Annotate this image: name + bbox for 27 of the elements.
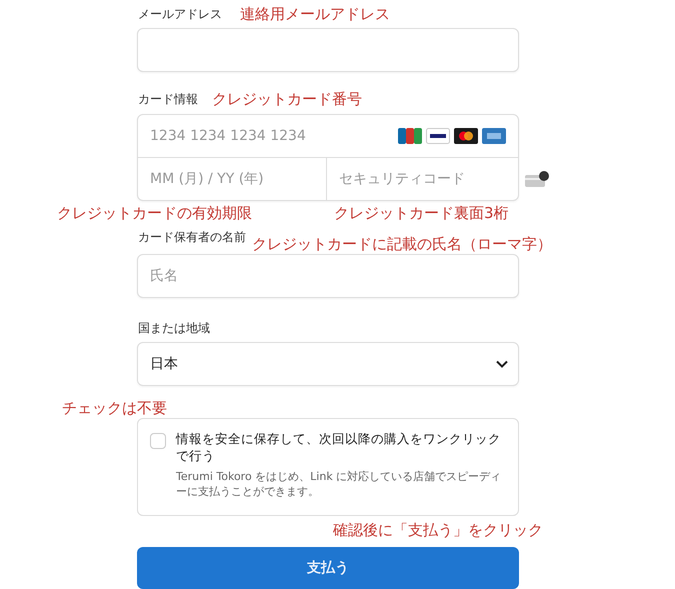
field-label: カード保有者の名前 bbox=[138, 229, 246, 246]
chevron-down-icon bbox=[496, 360, 508, 368]
annotation-text: クレジットカードの有効期限 bbox=[57, 204, 252, 223]
card-number-field[interactable]: 1234 1234 1234 1234 bbox=[138, 114, 398, 158]
annotation-text: 連絡用メールアドレス bbox=[240, 5, 390, 24]
checkbox-label: 情報を安全に保存して、次回以降の購入をワンクリックで行う bbox=[176, 431, 502, 465]
description-text: Terumi Tokoro をはじめ、Link に対応している店舗でスピーディーに支払うことができます。 bbox=[176, 468, 502, 500]
name-field[interactable]: 氏名 bbox=[137, 254, 519, 298]
annotation-text: チェックは不要 bbox=[62, 398, 167, 418]
annotation-text: クレジットカードに記載の氏名（ローマ字） bbox=[252, 235, 552, 254]
annotation-text: クレジットカード番号 bbox=[212, 90, 362, 110]
field-label: 国または地域 bbox=[138, 320, 210, 337]
card-brand-icon bbox=[454, 128, 478, 144]
pay-button[interactable]: 支払う bbox=[137, 546, 519, 589]
checkbox[interactable] bbox=[150, 433, 166, 450]
field-label: カード情報 bbox=[138, 91, 198, 108]
annotation-text: 確認後に「支払う」をクリック bbox=[333, 521, 543, 540]
field-label: メールアドレス bbox=[138, 6, 222, 24]
security-code-field[interactable]: セキュリティコード bbox=[327, 158, 525, 200]
card-brand-icon bbox=[482, 128, 506, 144]
card-brand-icon bbox=[398, 128, 422, 144]
annotation-text: クレジットカード裏面3桁 bbox=[334, 204, 509, 223]
email-field[interactable] bbox=[137, 28, 519, 72]
card-back-icon bbox=[525, 171, 549, 188]
card-brand-icon bbox=[426, 128, 450, 144]
expiry-field[interactable]: MM (月) / YY (年) bbox=[138, 158, 327, 200]
country-select[interactable]: 日本 bbox=[137, 342, 519, 386]
